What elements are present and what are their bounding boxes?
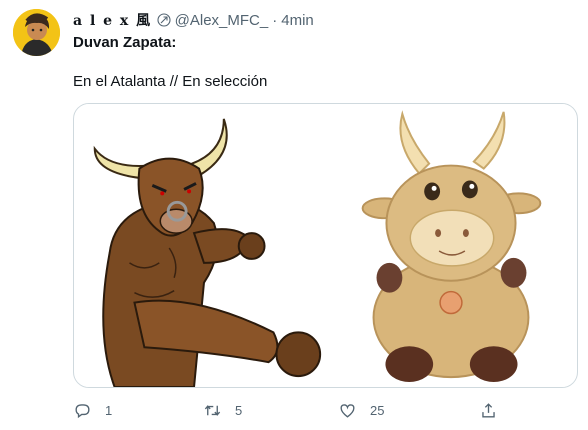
reply-count: 1 bbox=[105, 402, 113, 418]
plush-bull-image[interactable] bbox=[324, 104, 577, 387]
share-button[interactable] bbox=[479, 398, 498, 422]
tweet-text-line-2: En el Atalanta // En selección bbox=[73, 73, 268, 90]
tweet-actions: 1 5 25 bbox=[73, 398, 578, 422]
heart-icon bbox=[340, 403, 355, 418]
like-button[interactable]: 25 bbox=[338, 398, 384, 422]
like-count: 25 bbox=[370, 402, 385, 418]
tweet-header: a l e x 風 @Alex_MFC_ · 4min bbox=[73, 10, 314, 30]
timestamp[interactable]: 4min bbox=[281, 12, 314, 29]
handle[interactable]: @Alex_MFC_ bbox=[175, 12, 269, 29]
tweet-media[interactable] bbox=[73, 103, 578, 388]
protected-account-icon bbox=[157, 13, 171, 27]
retweet-count: 5 bbox=[235, 402, 243, 418]
avatar-image bbox=[13, 9, 60, 56]
muscular-bull-image[interactable] bbox=[74, 104, 324, 387]
retweet-button[interactable]: 5 bbox=[203, 398, 242, 422]
reply-icon bbox=[75, 403, 90, 418]
avatar[interactable] bbox=[13, 9, 60, 56]
reply-button[interactable]: 1 bbox=[73, 398, 112, 422]
display-name[interactable]: a l e x 風 bbox=[73, 10, 152, 30]
retweet-icon bbox=[204, 404, 221, 416]
share-icon bbox=[482, 402, 495, 418]
separator-dot: · bbox=[272, 11, 278, 29]
tweet-text-line-1: Duvan Zapata: bbox=[73, 34, 177, 51]
tweet[interactable]: a l e x 風 @Alex_MFC_ · 4min Duvan Zapata… bbox=[0, 0, 588, 430]
